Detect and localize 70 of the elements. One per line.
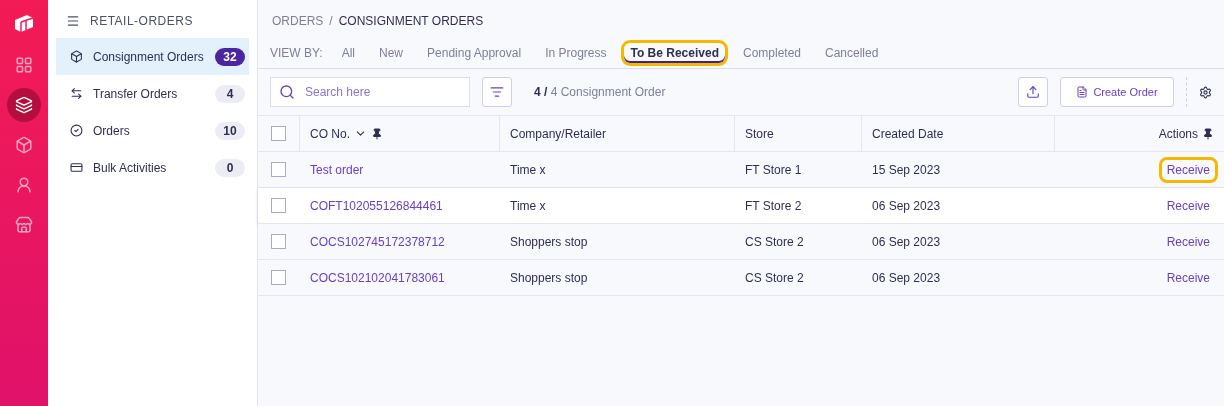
view-tab[interactable]: In Progress [536, 40, 616, 66]
table-cell-text: 06 Sep 2023 [871, 198, 942, 213]
upload-icon [1026, 85, 1040, 99]
count-badge: 10 [215, 121, 245, 140]
sidebar-title: RETAIL-ORDERS [90, 14, 193, 28]
pin-icon[interactable] [371, 127, 383, 140]
count-badge: 0 [215, 158, 245, 177]
order-link[interactable]: Test order [300, 162, 500, 177]
breadcrumb-separator: / [329, 14, 333, 28]
upload-button[interactable] [1018, 77, 1048, 107]
card-icon [70, 161, 83, 174]
settings-icon[interactable] [1199, 85, 1212, 99]
column-header: Company/Retailer [510, 126, 607, 141]
breadcrumb-current: CONSIGNMENT ORDERS [338, 14, 484, 28]
order-link[interactable]: COCS102745172378712 [300, 234, 500, 249]
sidebar-item[interactable]: Transfer Orders 4 [56, 75, 249, 112]
sidebar-item[interactable]: Bulk Activities 0 [56, 149, 249, 186]
box-icon [70, 50, 83, 63]
view-tab[interactable]: Pending Approval [418, 40, 531, 66]
table-cell-text: 06 Sep 2023 [871, 234, 942, 249]
view-by-label: VIEW BY: [270, 46, 323, 60]
table-cell-text: FT Store 2 [744, 198, 803, 213]
checkbox[interactable] [271, 162, 286, 177]
receive-link[interactable]: Receive [1158, 192, 1218, 219]
check-icon [70, 124, 83, 137]
menu-icon[interactable] [66, 14, 80, 28]
filter-button[interactable] [482, 77, 512, 107]
table-cell-text: CS Store 2 [744, 270, 805, 285]
breadcrumb-link[interactable]: ORDERS [272, 14, 324, 28]
sidebar-item[interactable]: Consignment Orders 32 [56, 38, 249, 75]
search-input[interactable]: Search here [303, 84, 447, 100]
table-cell-text: Time x [509, 198, 547, 213]
view-tab[interactable]: All [332, 40, 365, 66]
checkbox[interactable] [271, 198, 286, 213]
view-tab[interactable]: New [370, 40, 413, 66]
pin-icon[interactable] [1202, 127, 1214, 140]
checkbox[interactable] [271, 234, 286, 249]
column-header: Created Date [872, 126, 944, 141]
transfer-icon [70, 87, 83, 100]
column-header: Store [745, 126, 774, 141]
table-cell-text: CS Store 2 [744, 234, 805, 249]
checkbox[interactable] [271, 126, 286, 141]
logo-icon [13, 12, 35, 34]
table-cell-text: 15 Sep 2023 [871, 162, 942, 177]
count-badge: 32 [215, 47, 245, 66]
view-tab[interactable]: To Be Received [621, 40, 728, 66]
create-order-button[interactable]: Create Order [1060, 77, 1174, 107]
view-tab[interactable]: Completed [733, 40, 810, 66]
layers-icon[interactable] [7, 88, 41, 122]
table-cell-text: Shoppers stop [509, 270, 589, 285]
table-cell-text: Time x [509, 162, 547, 177]
view-tab[interactable]: Cancelled [816, 40, 888, 66]
receive-link[interactable]: Receive [1158, 264, 1218, 291]
table-cell-text: Shoppers stop [509, 234, 589, 249]
search-icon[interactable] [279, 84, 295, 100]
receive-link[interactable]: Receive [1158, 228, 1218, 255]
sidebar-item[interactable]: Orders 10 [56, 112, 249, 149]
receive-link[interactable]: Receive [1158, 156, 1218, 183]
order-count: 4 / 4 Consignment Order [534, 85, 666, 99]
column-header[interactable]: CO No. [310, 126, 350, 141]
count-badge: 4 [215, 84, 245, 103]
order-link[interactable]: COCS102102041783061 [300, 270, 500, 285]
search-field[interactable]: Search here [270, 77, 470, 107]
column-header: Actions [1158, 126, 1198, 141]
document-icon [1076, 86, 1089, 98]
order-link[interactable]: COFT102055126844461 [300, 198, 500, 213]
checkbox[interactable] [271, 270, 286, 285]
table-cell-text: 06 Sep 2023 [871, 270, 942, 285]
table-cell-text: FT Store 1 [744, 162, 803, 177]
filter-icon [490, 85, 504, 99]
